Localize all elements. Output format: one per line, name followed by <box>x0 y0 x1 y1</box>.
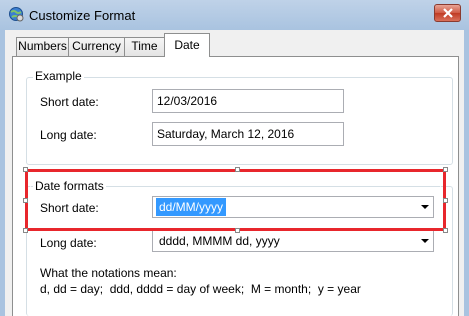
close-button[interactable] <box>434 4 461 22</box>
title-bar[interactable]: Customize Format <box>0 0 469 30</box>
highlight-box <box>25 169 446 231</box>
tab-date[interactable]: Date <box>164 33 210 57</box>
resize-handle[interactable] <box>235 167 240 172</box>
resize-handle[interactable] <box>23 167 28 172</box>
notations-legend: d, dd = day; ddd, dddd = day of week; M … <box>40 282 361 296</box>
window-title: Customize Format <box>29 8 136 23</box>
notations-help: What the notations mean: d, dd = day; dd… <box>40 265 361 297</box>
close-icon <box>443 8 453 18</box>
long-date-format-value[interactable]: dddd, MMMM dd, yyyy <box>156 232 283 250</box>
tab-numbers[interactable]: Numbers <box>16 37 69 56</box>
resize-handle[interactable] <box>443 198 448 203</box>
highlight-dashed-border <box>30 174 441 226</box>
tab-currency[interactable]: Currency <box>68 37 125 56</box>
tab-time[interactable]: Time <box>124 37 165 56</box>
long-date-format-label: Long date: <box>40 236 97 250</box>
example-short-date-value: 12/03/2016 <box>152 89 344 113</box>
notations-heading: What the notations mean: <box>40 266 177 280</box>
example-group-label: Example <box>33 69 84 83</box>
resize-handle[interactable] <box>23 198 28 203</box>
resize-handle[interactable] <box>235 228 240 233</box>
globe-settings-icon <box>8 6 24 22</box>
customize-format-window: Customize Format Numbers Currency Time D… <box>0 0 469 316</box>
example-short-date-label: Short date: <box>40 95 99 109</box>
example-long-date-label: Long date: <box>40 128 97 142</box>
example-long-date-value: Saturday, March 12, 2016 <box>152 122 344 146</box>
resize-handle[interactable] <box>443 167 448 172</box>
long-date-format-combobox[interactable]: dddd, MMMM dd, yyyy <box>152 230 434 252</box>
resize-handle[interactable] <box>23 228 28 233</box>
resize-handle[interactable] <box>443 228 448 233</box>
chevron-down-icon[interactable] <box>421 239 429 243</box>
